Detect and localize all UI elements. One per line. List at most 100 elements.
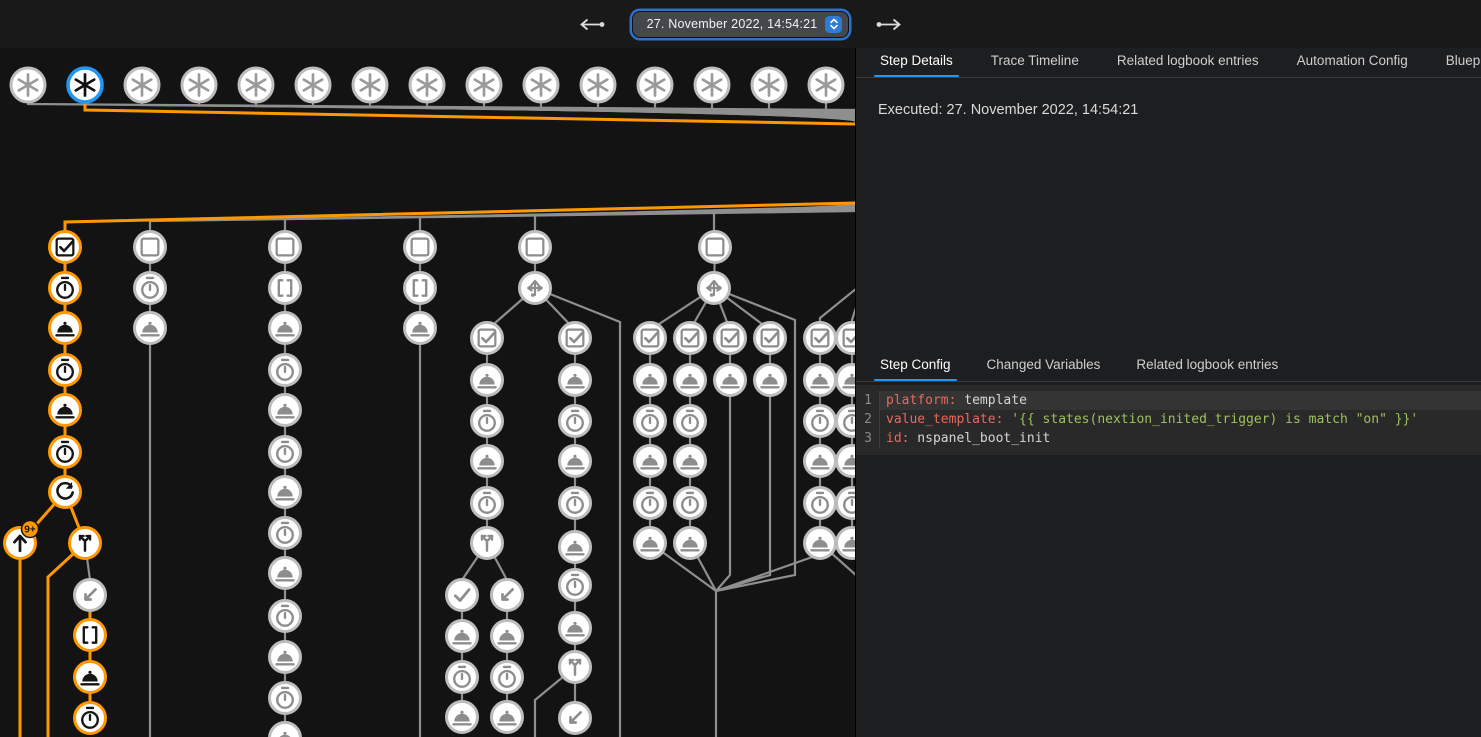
asterisk-node[interactable]: [809, 68, 843, 102]
timer-node[interactable]: [560, 406, 591, 437]
service-node[interactable]: [805, 528, 836, 559]
service-node[interactable]: [447, 621, 478, 652]
timer-node[interactable]: [837, 488, 856, 519]
service-node[interactable]: [675, 446, 706, 477]
asterisk-node[interactable]: [524, 68, 558, 102]
timer-node[interactable]: [270, 518, 301, 549]
split-node[interactable]: [472, 528, 503, 559]
asterisk-node[interactable]: [353, 68, 387, 102]
timer-node[interactable]: [492, 662, 523, 693]
timer-node[interactable]: [135, 273, 166, 304]
timer-node[interactable]: [270, 683, 301, 714]
tab-related-logbook-entries[interactable]: Related logbook entries: [1115, 53, 1261, 77]
service-node[interactable]: [635, 528, 666, 559]
checkbox-marked-node[interactable]: [805, 323, 836, 354]
arrow-down-left-node[interactable]: [492, 580, 523, 611]
choose-node[interactable]: [520, 273, 551, 304]
asterisk-node[interactable]: [68, 68, 102, 102]
timer-node[interactable]: [472, 406, 503, 437]
timer-node[interactable]: [270, 601, 301, 632]
arrow-down-left-node[interactable]: [75, 580, 106, 611]
service-node[interactable]: [270, 395, 301, 426]
asterisk-node[interactable]: [182, 68, 216, 102]
service-node[interactable]: [837, 446, 856, 477]
tab-step-config[interactable]: Step Config: [878, 357, 953, 381]
tab-related-logbook-entries[interactable]: Related logbook entries: [1134, 357, 1280, 381]
tab-automation-config[interactable]: Automation Config: [1295, 53, 1410, 77]
arrow-up-node[interactable]: 9+: [5, 521, 39, 559]
asterisk-node[interactable]: [581, 68, 615, 102]
service-node[interactable]: [270, 723, 301, 737]
timer-node[interactable]: [50, 437, 81, 468]
service-node[interactable]: [472, 446, 503, 477]
trace-graph[interactable]: 9+: [0, 0, 855, 737]
service-node[interactable]: [472, 365, 503, 396]
service-node[interactable]: [560, 532, 591, 563]
asterisk-node[interactable]: [752, 68, 786, 102]
service-node[interactable]: [270, 558, 301, 589]
asterisk-node[interactable]: [695, 68, 729, 102]
timer-node[interactable]: [805, 406, 836, 437]
checkbox-marked-node[interactable]: [837, 323, 856, 354]
choose-node[interactable]: [699, 273, 730, 304]
timer-node[interactable]: [270, 355, 301, 386]
checkbox-marked-node[interactable]: [755, 323, 786, 354]
timer-node[interactable]: [675, 488, 706, 519]
timer-node[interactable]: [837, 406, 856, 437]
brackets-node[interactable]: [405, 273, 436, 304]
service-node[interactable]: [675, 528, 706, 559]
timer-node[interactable]: [50, 355, 81, 386]
timer-node[interactable]: [472, 488, 503, 519]
service-node[interactable]: [135, 313, 166, 344]
service-node[interactable]: [675, 365, 706, 396]
checkbox-blank-node[interactable]: [270, 232, 301, 263]
checkbox-marked-node[interactable]: [715, 323, 746, 354]
checkbox-marked-node[interactable]: [635, 323, 666, 354]
asterisk-node[interactable]: [296, 68, 330, 102]
tab-blueprint-config[interactable]: Blueprint Config: [1444, 53, 1481, 77]
service-node[interactable]: [805, 365, 836, 396]
checkbox-marked-node[interactable]: [472, 323, 503, 354]
service-node[interactable]: [50, 395, 81, 426]
asterisk-node[interactable]: [410, 68, 444, 102]
checkbox-blank-node[interactable]: [700, 232, 731, 263]
tab-trace-timeline[interactable]: Trace Timeline: [989, 53, 1081, 77]
service-node[interactable]: [755, 365, 786, 396]
service-node[interactable]: [405, 313, 436, 344]
repeat-node[interactable]: [50, 477, 81, 508]
split-node[interactable]: [70, 528, 101, 559]
next-trace-button[interactable]: [872, 14, 907, 35]
service-node[interactable]: [75, 662, 106, 693]
timer-node[interactable]: [560, 488, 591, 519]
timer-node[interactable]: [447, 662, 478, 693]
service-node[interactable]: [50, 313, 81, 344]
checkbox-marked-node[interactable]: [560, 323, 591, 354]
trace-date-select[interactable]: 27. November 2022, 14:54:21: [633, 12, 849, 37]
timer-node[interactable]: [270, 437, 301, 468]
checkbox-blank-node[interactable]: [405, 232, 436, 263]
service-node[interactable]: [837, 365, 856, 396]
timer-node[interactable]: [560, 570, 591, 601]
tab-changed-variables[interactable]: Changed Variables: [985, 357, 1103, 381]
tab-step-details[interactable]: Step Details: [878, 53, 955, 77]
asterisk-node[interactable]: [467, 68, 501, 102]
yaml-editor[interactable]: 123 platform: templatevalue_template: '{…: [856, 385, 1481, 455]
service-node[interactable]: [492, 621, 523, 652]
split-node[interactable]: [560, 652, 591, 683]
service-node[interactable]: [715, 365, 746, 396]
service-node[interactable]: [635, 446, 666, 477]
brackets-node[interactable]: [75, 620, 106, 651]
timer-node[interactable]: [50, 273, 81, 304]
timer-node[interactable]: [635, 488, 666, 519]
brackets-node[interactable]: [270, 273, 301, 304]
service-node[interactable]: [560, 365, 591, 396]
service-node[interactable]: [447, 702, 478, 733]
checkbox-marked-node[interactable]: [50, 232, 81, 263]
service-node[interactable]: [560, 446, 591, 477]
service-node[interactable]: [492, 702, 523, 733]
checkbox-blank-node[interactable]: [520, 232, 551, 263]
timer-node[interactable]: [635, 406, 666, 437]
service-node[interactable]: [270, 313, 301, 344]
service-node[interactable]: [837, 528, 856, 559]
timer-node[interactable]: [75, 703, 106, 734]
